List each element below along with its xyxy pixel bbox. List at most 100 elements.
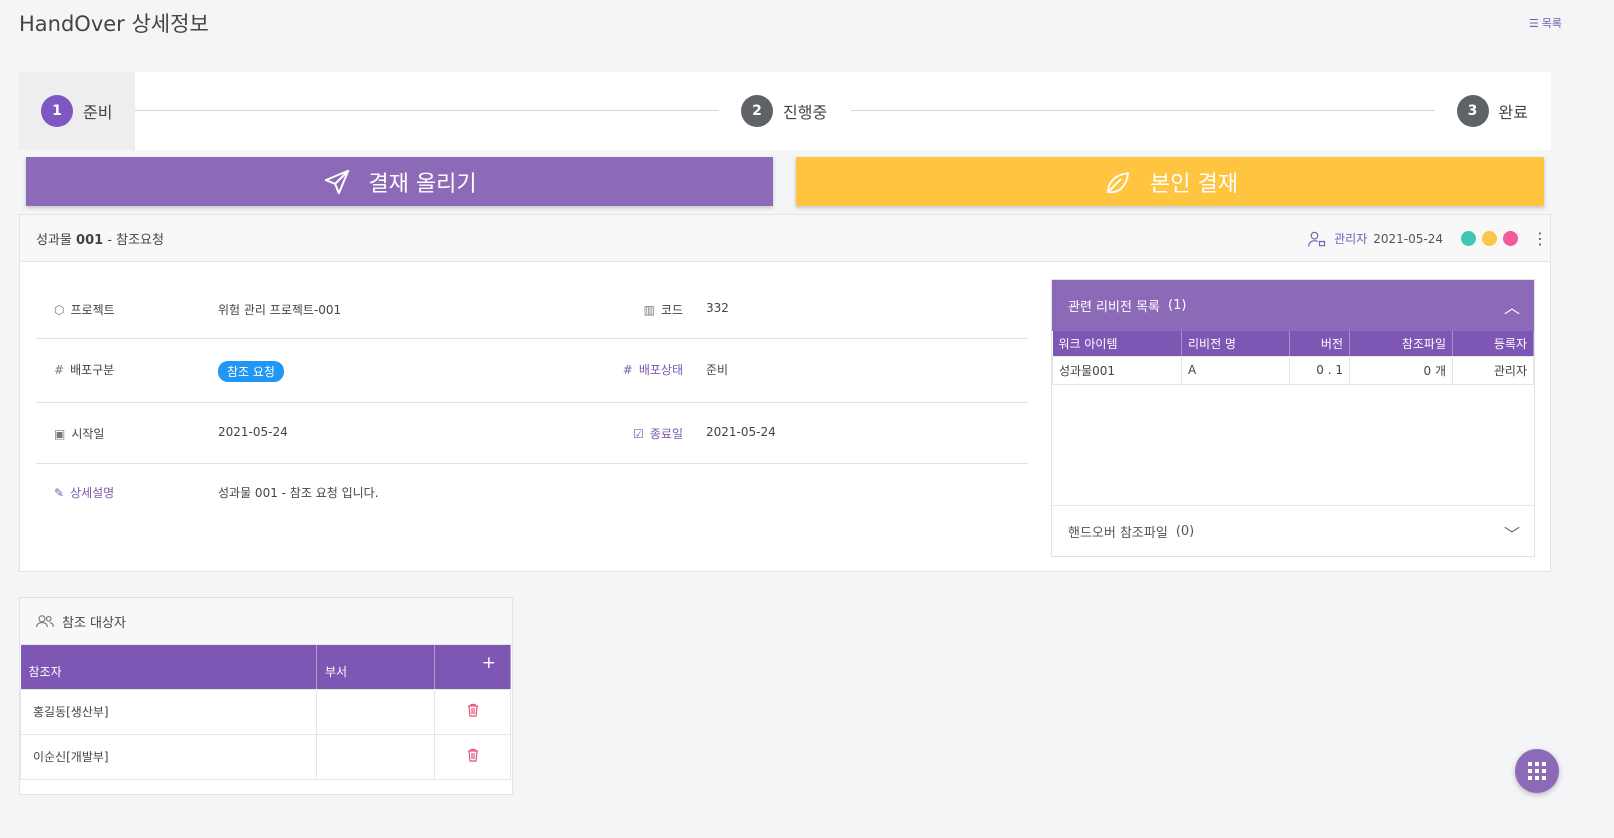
progress-stepper: 1 준비 2 진행중 3 완료 xyxy=(19,72,1551,150)
submit-approval-label: 결재 올리기 xyxy=(368,171,477,197)
dist-status-label-text: 배포상태 xyxy=(638,363,683,377)
card-meta: 관리자 2021-05-24 ⋮ xyxy=(1306,215,1548,262)
cell-department xyxy=(316,688,435,735)
handover-detail-card: 성과물 001 - 참조요청 관리자 2021-05-24 ⋮ ⬡ 프로젝트 위… xyxy=(19,214,1551,572)
dist-status-value: 준비 xyxy=(706,363,729,377)
user-tag-icon xyxy=(1308,231,1326,247)
cell-author: 관리자 xyxy=(1452,355,1534,385)
info-row: ✎ 상세설명 성과물 001 - 참조 요청 입니다. xyxy=(36,464,1028,524)
cell-revision-name[interactable]: A xyxy=(1181,355,1290,385)
cell-ref-files: 0 개 xyxy=(1349,355,1453,385)
hash-icon: # xyxy=(622,362,633,377)
end-label-text: 종료일 xyxy=(649,427,683,441)
self-approval-label: 본인 결재 xyxy=(1150,171,1238,197)
reference-card-header: 참조 대상자 xyxy=(20,598,512,645)
col-ref-files[interactable]: 참조파일 xyxy=(1349,331,1453,356)
step-prepare[interactable]: 1 준비 xyxy=(19,72,135,150)
description-value: 성과물 001 - 참조 요청 입니다. xyxy=(218,486,379,500)
step-label: 진행중 xyxy=(783,103,828,122)
leaf-icon xyxy=(1107,171,1130,193)
dist-type-label: # 배포구분 xyxy=(54,361,114,378)
dist-type-value: 참조 요청 xyxy=(218,361,284,382)
table-row[interactable]: 성과물001 A 0 . 1 0 개 관리자 xyxy=(1052,355,1534,385)
description-label: ✎ 상세설명 xyxy=(54,484,114,501)
apps-grid-button[interactable] xyxy=(1515,749,1559,793)
handover-files-toggle[interactable]: 핸드오버 참조파일 (0) ﹀ xyxy=(1052,505,1534,556)
send-icon xyxy=(325,169,350,194)
dist-type-badge: 참조 요청 xyxy=(218,361,284,382)
cell-version: 0 . 1 xyxy=(1289,355,1350,385)
col-author[interactable]: 등록자 xyxy=(1452,331,1534,356)
grid-icon xyxy=(1528,762,1546,780)
cube-icon: ⬡ xyxy=(54,302,65,317)
created-date: 2021-05-24 xyxy=(1373,231,1443,246)
feather-icon: ✎ xyxy=(54,485,65,500)
card-header: 성과물 001 - 참조요청 관리자 2021-05-24 ⋮ xyxy=(20,215,1550,262)
card-title-prefix: 성과물 xyxy=(36,232,72,248)
dist-type-label-text: 배포구분 xyxy=(70,363,115,377)
revision-title: 관련 리비전 목록 xyxy=(1068,300,1160,315)
step-connector xyxy=(851,110,1435,111)
status-dot-yellow[interactable] xyxy=(1482,231,1497,246)
status-dot-teal[interactable] xyxy=(1461,231,1476,246)
cell-referrer: 홍길동[생산부] xyxy=(20,688,317,735)
end-date-label: ☑ 종료일 xyxy=(633,425,683,442)
step-in-progress[interactable]: 2 진행중 xyxy=(741,72,827,150)
step-number: 2 xyxy=(741,95,773,127)
project-label: ⬡ 프로젝트 xyxy=(54,301,115,318)
more-menu-icon[interactable]: ⋮ xyxy=(1532,230,1548,247)
code-value: 332 xyxy=(706,301,729,315)
project-value: 위험 관리 프로젝트-001 xyxy=(218,303,342,317)
self-approval-button[interactable]: 본인 결재 xyxy=(796,157,1544,206)
trash-icon[interactable] xyxy=(434,733,511,780)
col-revision-name[interactable]: 리비전 명 xyxy=(1181,331,1290,356)
status-dot-pink[interactable] xyxy=(1503,231,1518,246)
add-referrer-button[interactable]: + xyxy=(434,645,511,689)
step-number: 1 xyxy=(41,95,73,127)
users-icon xyxy=(36,615,54,628)
step-connector xyxy=(135,110,719,111)
end-date-value: 2021-05-24 xyxy=(706,425,776,439)
code-label-text: 코드 xyxy=(660,303,683,317)
col-department[interactable]: 부서 xyxy=(316,645,435,689)
cell-referrer: 이순신[개발부] xyxy=(20,733,317,780)
info-row: # 배포구분 참조 요청 # 배포상태 준비 xyxy=(36,339,1028,403)
chevron-down-icon[interactable]: ﹀ xyxy=(1504,521,1520,545)
list-icon: ☰ xyxy=(1528,16,1539,30)
reference-table: 참조자 부서 + 홍길동[생산부] 이순신[개발부] xyxy=(20,645,511,780)
hash-icon: # xyxy=(54,362,65,377)
col-referrer[interactable]: 참조자 xyxy=(20,645,317,689)
cell-department xyxy=(316,733,435,780)
card-title-suffix: - 참조요청 xyxy=(107,232,164,248)
list-link[interactable]: ☰ 목록 xyxy=(1529,15,1562,31)
reference-targets-card: 참조 대상자 참조자 부서 + 홍길동[생산부] 이순신[개발부] xyxy=(19,597,513,795)
table-row[interactable]: 이순신[개발부] xyxy=(20,733,511,780)
revision-count: (1) xyxy=(1168,298,1187,313)
dist-status-label: # 배포상태 xyxy=(623,361,683,378)
info-grid: ⬡ 프로젝트 위험 관리 프로젝트-001 ▥ 코드 332 # 배포구분 참조… xyxy=(36,277,1028,524)
project-label-text: 프로젝트 xyxy=(70,303,115,317)
reference-card-title: 참조 대상자 xyxy=(62,615,126,631)
step-label: 완료 xyxy=(1498,103,1528,122)
step-complete[interactable]: 3 완료 xyxy=(1456,72,1528,150)
description-label-text: 상세설명 xyxy=(70,486,115,500)
card-title: 성과물 001 - 참조요청 xyxy=(36,229,164,248)
col-version[interactable]: 버전 xyxy=(1289,331,1350,356)
trash-icon[interactable] xyxy=(434,688,511,735)
card-title-number: 001 xyxy=(76,232,104,248)
revision-table: 워크 아이템 리비전 명 버전 참조파일 등록자 성과물001 A 0 . 1 … xyxy=(1052,331,1534,385)
submit-approval-button[interactable]: 결재 올리기 xyxy=(26,157,773,206)
owner-name: 관리자 xyxy=(1334,232,1368,246)
start-date-label: ▣ 시작일 xyxy=(54,425,104,442)
code-label: ▥ 코드 xyxy=(644,301,683,318)
info-row: ▣ 시작일 2021-05-24 ☑ 종료일 2021-05-24 xyxy=(36,403,1028,464)
table-row[interactable]: 홍길동[생산부] xyxy=(20,688,511,735)
revision-panel-header[interactable]: 관련 리비전 목록 (1) ︿ xyxy=(1052,280,1534,331)
chevron-up-icon[interactable]: ︿ xyxy=(1504,294,1520,318)
revision-panel: 관련 리비전 목록 (1) ︿ 워크 아이템 리비전 명 버전 참조파일 등록자… xyxy=(1051,279,1535,557)
calendar-icon: ▣ xyxy=(54,426,66,441)
list-link-label: 목록 xyxy=(1541,17,1562,30)
step-label: 준비 xyxy=(83,103,113,122)
start-date-value: 2021-05-24 xyxy=(218,425,288,439)
col-work-item[interactable]: 워크 아이템 xyxy=(1052,331,1182,356)
